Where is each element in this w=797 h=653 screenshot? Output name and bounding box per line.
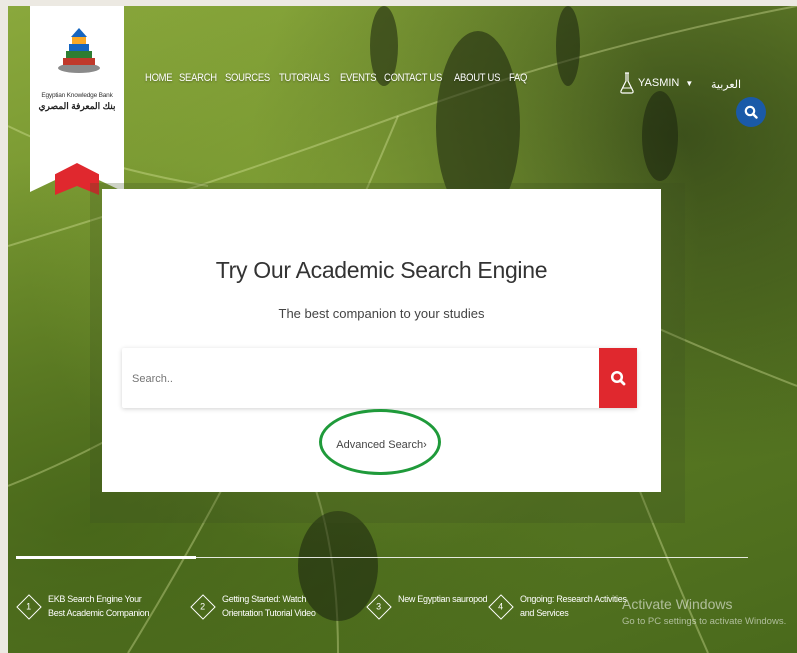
language-switch[interactable]: العربية xyxy=(711,78,741,91)
nav-about-us[interactable]: ABOUT US xyxy=(454,72,500,84)
search-icon xyxy=(610,370,626,386)
main-nav: HOME SEARCH SOURCES TUTORIALS EVENTS CON… xyxy=(145,72,528,84)
news-item[interactable]: 2 Getting Started: Watch Orientation Tut… xyxy=(190,592,332,620)
hero-title: Try Our Academic Search Engine xyxy=(215,257,548,283)
news-number-badge: 4 xyxy=(488,594,514,620)
search-panel: Try Our Academic Search Engine The best … xyxy=(102,189,661,492)
watermark-title: Activate Windows xyxy=(622,596,733,612)
logo-name-ar: بنك المعرفة المصري xyxy=(38,101,116,111)
search-input[interactable] xyxy=(130,348,594,410)
flask-icon xyxy=(620,72,634,94)
nav-search[interactable]: SEARCH xyxy=(179,72,217,84)
logo-name-en: Egyptian Knowledge Bank xyxy=(41,92,113,99)
search-bar xyxy=(122,348,637,410)
activate-windows-watermark: Activate Windows Go to PC settings to ac… xyxy=(622,596,786,627)
nav-sources[interactable]: SOURCES xyxy=(225,72,270,84)
news-text: Getting Started: Watch Orientation Tutor… xyxy=(222,594,316,618)
nav-tutorials[interactable]: TUTORIALS xyxy=(279,72,330,84)
news-item[interactable]: 3 New Egyptian sauropod xyxy=(366,592,508,620)
watermark-subtitle: Go to PC settings to activate Windows. xyxy=(622,616,787,627)
news-text: Ongoing: Research Activities and Service… xyxy=(520,594,627,618)
chevron-down-icon: ▼ xyxy=(685,78,694,88)
news-number-badge: 3 xyxy=(366,594,392,620)
news-item[interactable]: 1 EKB Search Engine Your Best Academic C… xyxy=(16,592,158,620)
logo[interactable]: Egyptian Knowledge Bank بنك المعرفة المص… xyxy=(30,6,124,196)
nav-events[interactable]: EVENTS xyxy=(340,72,377,84)
news-number-badge: 2 xyxy=(190,594,216,620)
nav-home[interactable]: HOME xyxy=(145,72,173,84)
search-submit-button[interactable] xyxy=(599,348,637,408)
nav-contact-us[interactable]: CONTACT US xyxy=(384,72,442,84)
news-progress-indicator xyxy=(16,556,196,559)
news-text: EKB Search Engine Your Best Academic Com… xyxy=(48,594,150,618)
books-stack-icon xyxy=(58,28,100,73)
search-icon xyxy=(744,105,758,119)
advanced-search-link[interactable]: Advanced Search› xyxy=(102,439,661,451)
hero-background: Egyptian Knowledge Bank بنك المعرفة المص… xyxy=(8,6,797,653)
hero-subtitle: The best companion to your studies xyxy=(278,306,485,321)
nav-faq[interactable]: FAQ xyxy=(509,72,527,84)
news-number-badge: 1 xyxy=(16,594,42,620)
header-search-button[interactable] xyxy=(736,97,766,127)
user-name: YASMIN xyxy=(638,77,680,89)
user-menu[interactable]: YASMIN ▼ xyxy=(620,72,693,94)
news-item[interactable]: 4 Ongoing: Research Activities and Servi… xyxy=(488,592,630,620)
